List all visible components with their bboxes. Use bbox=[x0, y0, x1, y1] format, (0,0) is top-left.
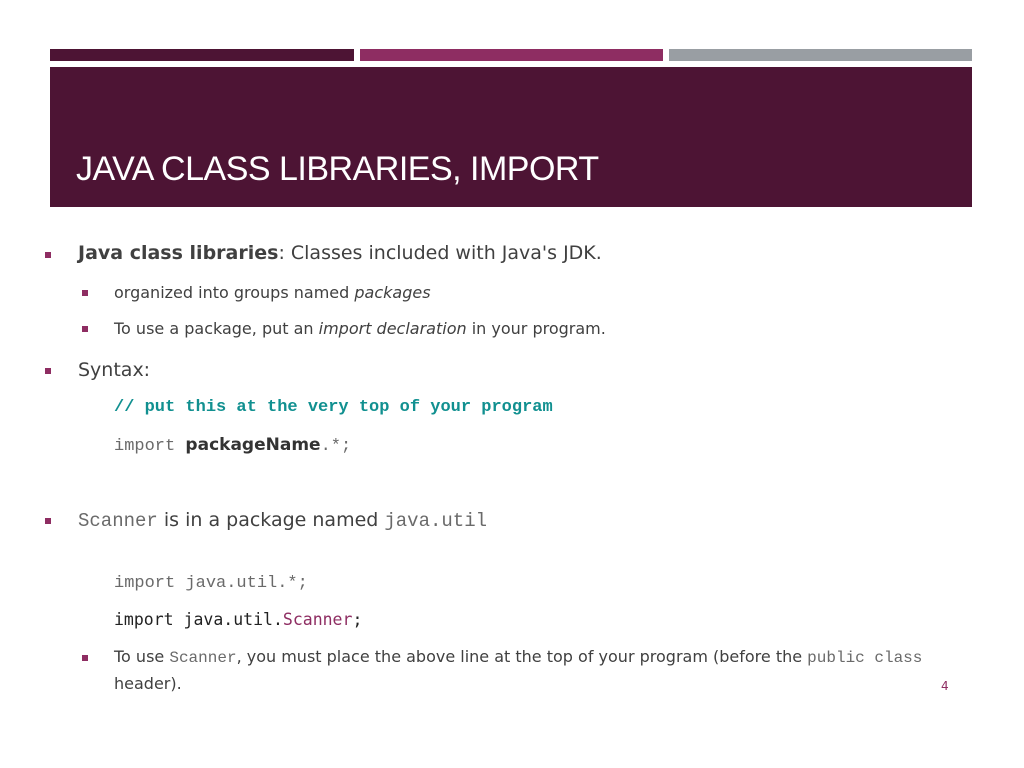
bullet-icon bbox=[45, 368, 51, 374]
page-number: 4 bbox=[941, 679, 949, 693]
bullet-java-class-libraries: Java class libraries: Classes included w… bbox=[78, 242, 602, 264]
code-import-scanner: import java.util.Scanner; bbox=[114, 610, 362, 629]
bullet-icon bbox=[45, 252, 51, 258]
code-text: ; bbox=[352, 610, 363, 629]
sub-bullet-use-scanner-continued: header). bbox=[114, 674, 182, 693]
italic-term: import declaration bbox=[318, 319, 467, 338]
bullet-icon bbox=[45, 518, 51, 524]
decor-stripe-dark bbox=[50, 49, 354, 61]
text: To use a package, put an bbox=[114, 319, 319, 338]
text: is in a package named bbox=[157, 509, 385, 531]
text: in your program. bbox=[466, 319, 606, 338]
code-scanner: Scanner bbox=[169, 649, 237, 667]
sub-bullet-use-scanner: To use Scanner, you must place the above… bbox=[114, 647, 922, 667]
code-import-syntax: import packageName.*; bbox=[114, 435, 351, 456]
title-banner: JAVA CLASS LIBRARIES, IMPORT bbox=[50, 67, 972, 207]
text: , you must place the above line at the t… bbox=[236, 647, 808, 666]
bullet-icon bbox=[82, 655, 88, 661]
code-public-class: public class bbox=[807, 649, 923, 667]
bullet-syntax: Syntax: bbox=[78, 359, 151, 381]
text: To use bbox=[114, 647, 170, 666]
bullet-icon bbox=[82, 326, 88, 332]
code-suffix: .*; bbox=[320, 437, 352, 456]
code-import-all: import java.util.*; bbox=[114, 574, 308, 593]
decor-stripe-grey bbox=[669, 49, 972, 61]
slide-title: JAVA CLASS LIBRARIES, IMPORT bbox=[76, 150, 599, 188]
italic-term: packages bbox=[354, 283, 431, 302]
sub-bullet-packages: organized into groups named packages bbox=[114, 283, 431, 302]
code-class-name: Scanner bbox=[282, 610, 353, 629]
code-scanner: Scanner bbox=[78, 510, 158, 532]
code-text: import java.util. bbox=[114, 610, 283, 629]
code-comment: // put this at the very top of your prog… bbox=[114, 398, 553, 417]
decor-stripe-accent bbox=[360, 49, 663, 61]
code-keyword: import bbox=[114, 437, 186, 456]
package-name-placeholder: packageName bbox=[185, 435, 321, 455]
bullet-icon bbox=[82, 290, 88, 296]
term: Java class libraries bbox=[78, 242, 279, 264]
sub-bullet-import-declaration: To use a package, put an import declarat… bbox=[114, 319, 606, 338]
text: organized into groups named bbox=[114, 283, 355, 302]
definition: : Classes included with Java's JDK. bbox=[278, 242, 602, 264]
bullet-scanner-package: Scanner is in a package named java.util bbox=[78, 509, 487, 532]
code-java-util: java.util bbox=[384, 510, 487, 532]
